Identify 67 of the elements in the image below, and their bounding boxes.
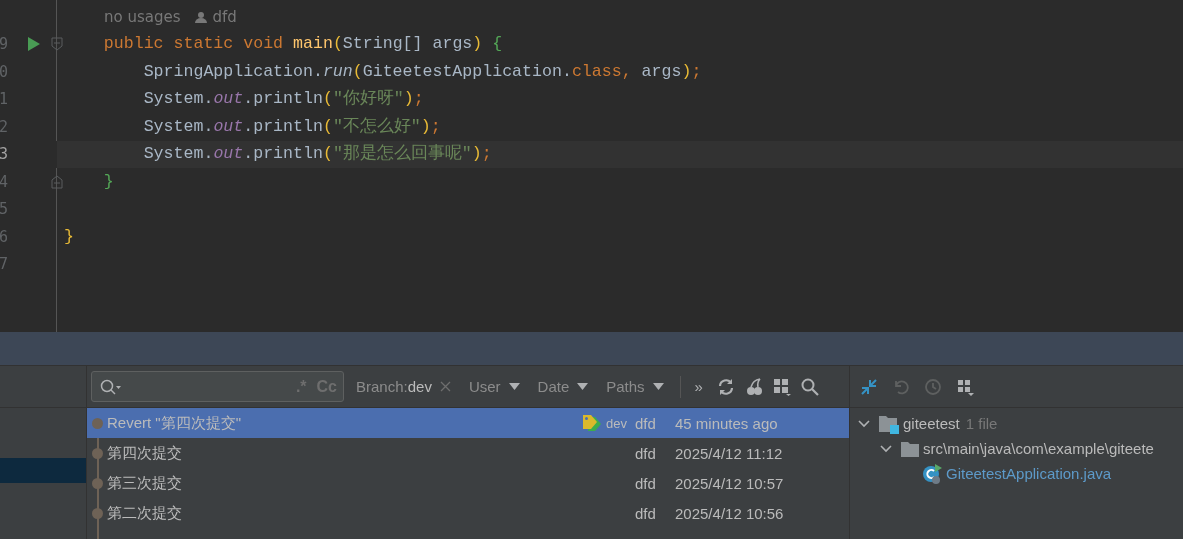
commit-node: [92, 477, 103, 489]
line-number: 4: [0, 172, 8, 191]
commit-row[interactable]: 第四次提交 dfd 2025/4/12 11:12: [87, 438, 849, 468]
collapse-arrows-icon[interactable]: [860, 377, 878, 396]
usages-hint[interactable]: no usages: [104, 7, 181, 26]
commit-date: 45 minutes ago: [675, 414, 779, 432]
commit-node: [92, 417, 103, 429]
commit-row[interactable]: Revert "第四次提交" dev dfd 45 minutes ago: [87, 408, 849, 438]
line-number: 0: [0, 62, 8, 81]
commit-node: [92, 507, 103, 519]
run-icon[interactable]: [28, 37, 40, 52]
code-line: }: [102, 171, 114, 192]
chevron-icon[interactable]: [858, 417, 870, 430]
caret-icon[interactable]: [508, 383, 520, 390]
folder-name[interactable]: giteetest: [903, 415, 960, 432]
line-number: 3: [0, 145, 8, 164]
commit-date: 2025/4/12 10:57: [675, 474, 785, 492]
filter-dropdown[interactable]: Date: [531, 372, 595, 401]
commit-author: dfd: [635, 504, 657, 522]
folder-name[interactable]: src\main\java\com\example\giteete: [923, 440, 1154, 457]
grid-icon[interactable]: [772, 377, 791, 396]
java-class-icon[interactable]: [922, 463, 943, 484]
caret-icon[interactable]: [652, 383, 664, 390]
module-folder-icon[interactable]: [878, 413, 900, 434]
branch-label: dev: [606, 415, 627, 431]
commit-author: dfd: [635, 444, 657, 462]
code-line: System.out.println("不怎么好");: [142, 116, 441, 137]
commit-message: 第二次提交: [107, 503, 183, 523]
code-line: System.out.println("那是怎么回事呢");: [142, 144, 492, 165]
grid-icon[interactable]: [956, 377, 974, 396]
commit-author: dfd: [635, 474, 657, 492]
line-number: 5: [0, 200, 8, 219]
commit-message: Revert "第四次提交": [107, 413, 242, 433]
commit-date: 2025/4/12 11:12: [675, 444, 784, 462]
line-number: 1: [0, 90, 8, 109]
commit-message: 第三次提交: [107, 473, 183, 493]
line-number: 6: [0, 227, 8, 246]
commit-date: 2025/4/12 10:56: [675, 504, 785, 522]
caret-icon[interactable]: [577, 383, 589, 390]
chevron-icon[interactable]: [880, 442, 892, 455]
file-count: 1 file: [965, 415, 998, 432]
refresh-icon[interactable]: [716, 377, 735, 396]
search-icon[interactable]: [100, 378, 122, 395]
person-icon[interactable]: [194, 10, 207, 23]
search-icon[interactable]: [800, 377, 819, 396]
filter-dropdown[interactable]: Paths: [600, 372, 670, 401]
more-button[interactable]: »: [690, 378, 707, 395]
commit-author: dfd: [635, 414, 657, 432]
code-line: }: [64, 226, 74, 247]
line-number: 2: [0, 117, 8, 136]
file-name[interactable]: GiteetestApplication.java: [946, 465, 1112, 482]
folder-icon[interactable]: [900, 439, 920, 458]
filter-dropdown[interactable]: User: [462, 372, 526, 401]
line-number: 9: [0, 35, 8, 54]
regex-toggle[interactable]: .*: [295, 377, 307, 396]
line-number: 7: [0, 255, 8, 274]
commit-node: [92, 447, 103, 459]
code-line: System.out.println("你好呀");: [142, 89, 424, 110]
filter-branch[interactable]: Branch:dev: [350, 372, 457, 401]
commit-row[interactable]: 第三次提交 dfd 2025/4/12 10:57: [87, 468, 849, 498]
author-hint[interactable]: dfd: [212, 7, 237, 26]
cherries-icon[interactable]: [744, 377, 763, 396]
code-line: public static void main(String[] args) {: [102, 34, 503, 55]
code-line: SpringApplication.run(GiteetestApplication.class, args);: [142, 61, 702, 82]
tag-icon[interactable]: [582, 414, 603, 432]
commit-row[interactable]: 第二次提交 dfd 2025/4/12 10:56: [87, 498, 849, 528]
commit-message: 第四次提交: [107, 443, 183, 463]
